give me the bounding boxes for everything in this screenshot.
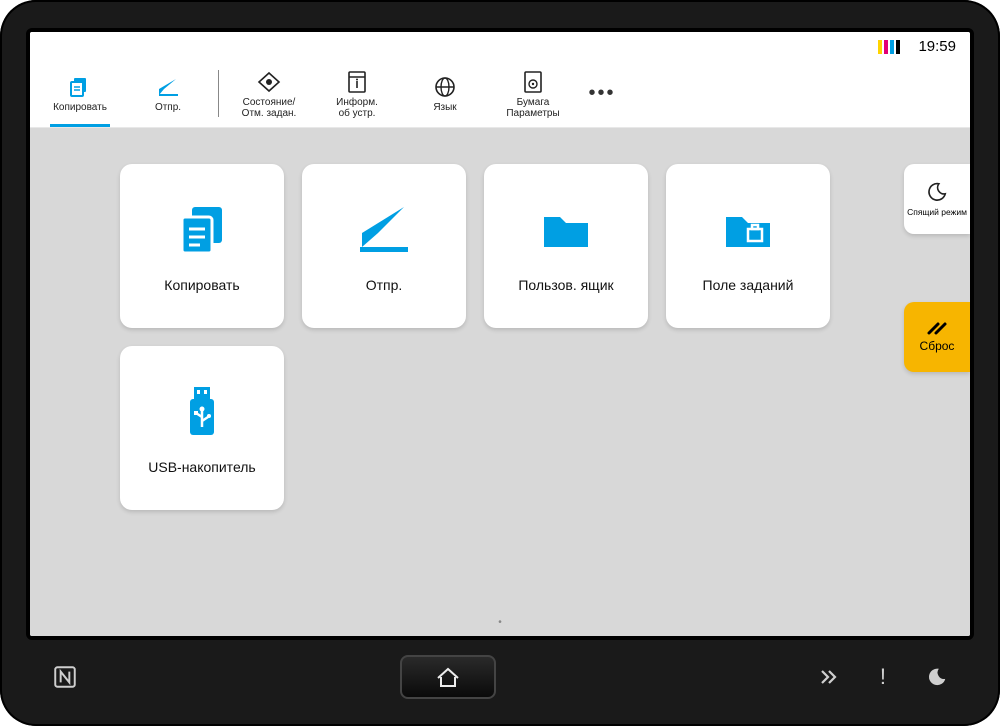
tile-usb-drive[interactable]: USB-накопитель: [120, 346, 284, 510]
hardware-button-bar: !: [26, 640, 974, 714]
status-bar: 19:59: [30, 32, 970, 60]
send-icon: [155, 74, 181, 100]
toolbar-copy-label: Копировать: [53, 102, 107, 113]
toolbar-paper-settings[interactable]: Бумага Параметры: [489, 60, 577, 127]
toolbar-more[interactable]: •••: [577, 60, 627, 127]
toolbar-send[interactable]: Отпр.: [124, 60, 212, 127]
tile-usb-drive-label: USB-накопитель: [148, 459, 255, 475]
tile-send-label: Отпр.: [366, 277, 403, 293]
page-indicator: •: [30, 617, 970, 628]
language-icon: [432, 74, 458, 100]
toolbar-status-label: Состояние/ Отм. задан.: [242, 97, 297, 119]
hardware-alert-indicator: !: [880, 664, 886, 690]
home-icon: [435, 666, 461, 688]
more-icon: •••: [588, 82, 615, 105]
tile-job-box[interactable]: Поле заданий: [666, 164, 830, 328]
toolbar: Копировать Отпр. Состояние/ Отм. задан.: [30, 60, 970, 128]
toolbar-device-info[interactable]: Информ. об устр.: [313, 60, 401, 127]
tile-user-box[interactable]: Пользов. ящик: [484, 164, 648, 328]
usb-icon: [172, 381, 232, 441]
reset-button-label: Сброс: [920, 339, 955, 353]
app-grid: Копировать Отпр. Пользов. ящик: [120, 164, 840, 510]
tile-copy-label: Копировать: [164, 277, 239, 293]
device-frame: 19:59 Копировать Отпр. Сост: [0, 0, 1000, 726]
paper-settings-icon: [520, 69, 546, 95]
clock: 19:59: [918, 38, 956, 55]
toolbar-copy[interactable]: Копировать: [36, 60, 124, 127]
toolbar-language[interactable]: Язык: [401, 60, 489, 127]
toner-cyan: [890, 40, 894, 54]
sleep-button[interactable]: Спящий режим: [904, 164, 970, 234]
toolbar-language-label: Язык: [433, 102, 456, 113]
toolbar-status[interactable]: Состояние/ Отм. задан.: [225, 60, 313, 127]
toner-black: [896, 40, 900, 54]
moon-icon: [926, 181, 948, 203]
toolbar-separator: [218, 70, 219, 117]
toolbar-device-info-label: Информ. об устр.: [336, 97, 378, 119]
reset-icon: [926, 321, 948, 337]
device-info-icon: [344, 69, 370, 95]
toner-level-indicator: [878, 38, 900, 54]
folder-icon: [536, 199, 596, 259]
tile-send[interactable]: Отпр.: [302, 164, 466, 328]
send-icon: [354, 199, 414, 259]
hardware-forward-button[interactable]: [818, 667, 840, 687]
hardware-home-button[interactable]: [400, 655, 496, 699]
home-screen: Копировать Отпр. Пользов. ящик: [30, 128, 970, 636]
touchscreen: 19:59 Копировать Отпр. Сост: [26, 28, 974, 640]
toner-magenta: [884, 40, 888, 54]
nfc-icon: [52, 664, 78, 690]
copy-icon: [172, 199, 232, 259]
sleep-button-label: Спящий режим: [907, 207, 967, 217]
toner-yellow: [878, 40, 882, 54]
toolbar-paper-settings-label: Бумага Параметры: [506, 97, 559, 119]
tile-user-box-label: Пользов. ящик: [518, 277, 613, 293]
reset-button[interactable]: Сброс: [904, 302, 970, 372]
status-icon: [256, 69, 282, 95]
tile-copy[interactable]: Копировать: [120, 164, 284, 328]
tile-job-box-label: Поле заданий: [703, 277, 794, 293]
toolbar-send-label: Отпр.: [155, 102, 181, 113]
copy-icon: [67, 74, 93, 100]
hardware-sleep-button[interactable]: [926, 666, 948, 688]
folder-job-icon: [718, 199, 778, 259]
